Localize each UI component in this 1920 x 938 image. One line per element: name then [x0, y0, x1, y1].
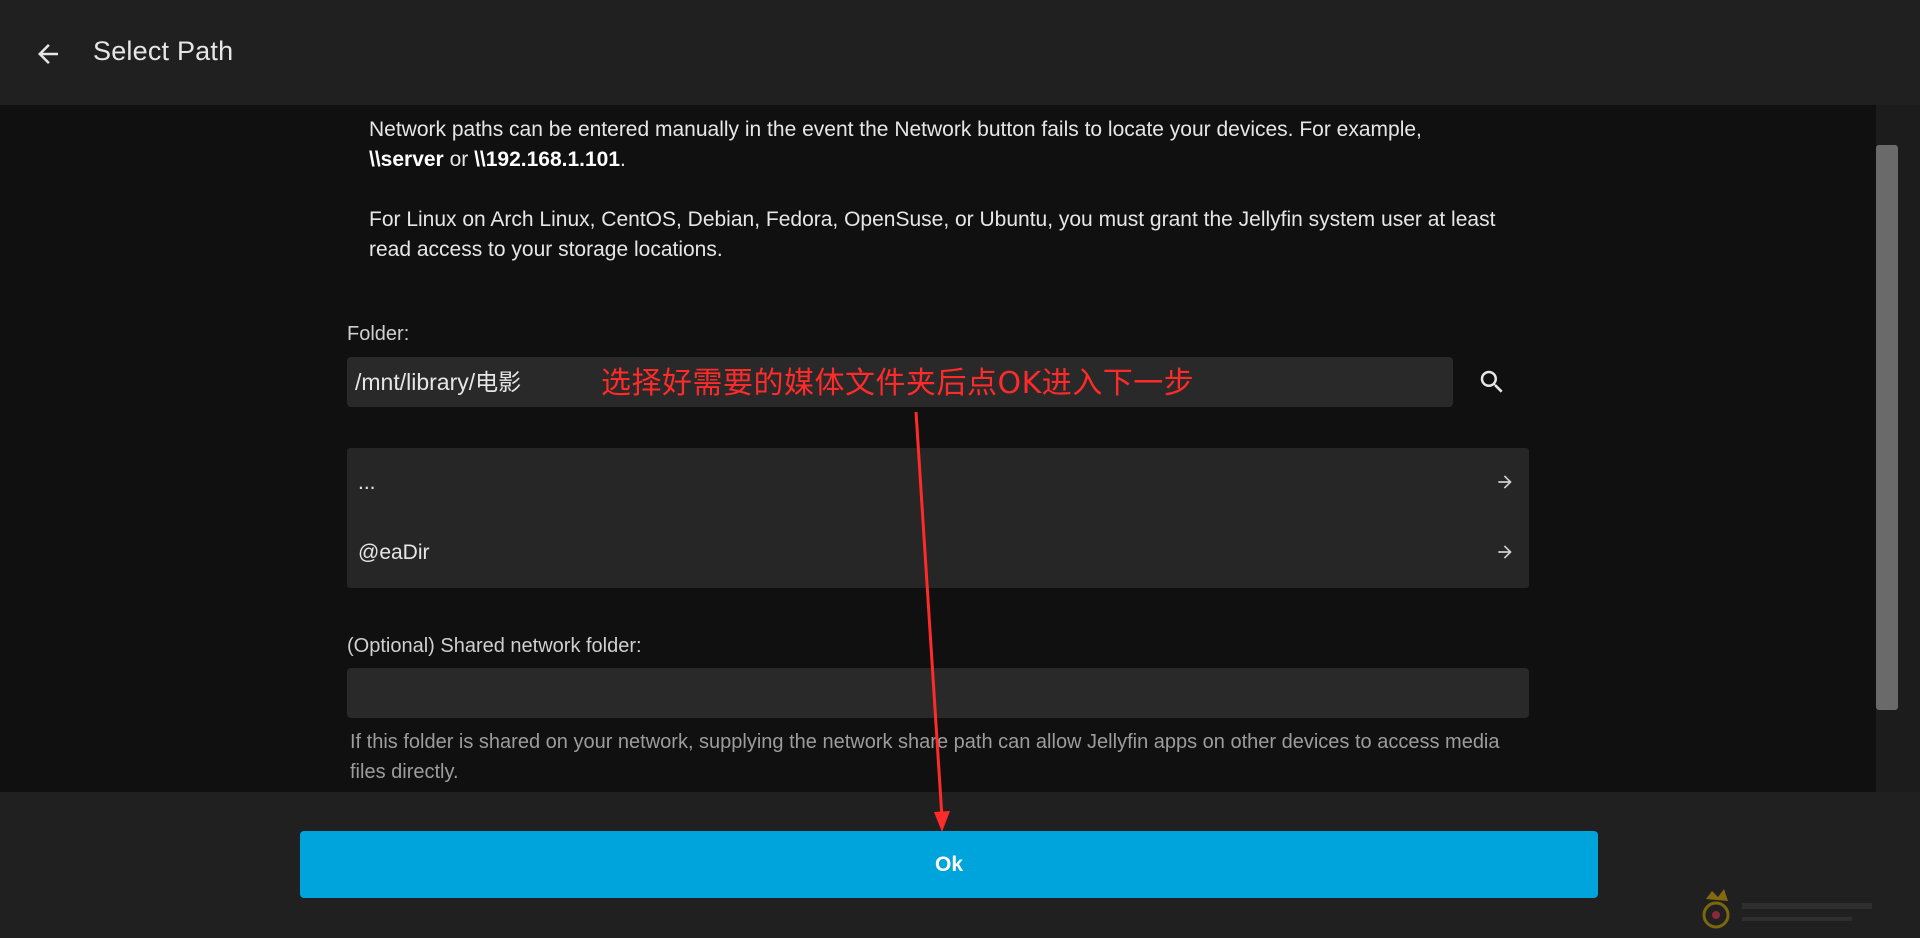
shared-folder-label: (Optional) Shared network folder:	[347, 635, 642, 657]
network-path-instructions: Network paths can be entered manually in…	[369, 115, 1499, 265]
directory-list: ... @eaDir	[347, 448, 1529, 588]
scrollbar-thumb[interactable]	[1876, 145, 1898, 710]
back-button[interactable]	[28, 34, 68, 74]
folder-label: Folder:	[347, 323, 410, 345]
instructions-network-paragraph: Network paths can be entered manually in…	[369, 115, 1499, 175]
instructions-or-text: or	[443, 148, 475, 171]
watermark-logo	[1702, 889, 1872, 929]
shared-folder-help: If this folder is shared on your network…	[350, 731, 1500, 783]
instructions-linux-paragraph: For Linux on Arch Linux, CentOS, Debian,…	[369, 208, 1496, 261]
instructions-period: .	[620, 148, 626, 171]
list-item[interactable]: @eaDir	[347, 518, 1529, 588]
annotation-text: 选择好需要的媒体文件夹后点OK进入下一步	[601, 366, 1195, 401]
example-ip-path: \\192.168.1.101	[474, 148, 621, 171]
instructions-text: Network paths can be entered manually in…	[369, 118, 1422, 141]
dialog-title: Select Path	[93, 36, 234, 66]
arrow-forward-icon	[1498, 545, 1512, 559]
dialog-header: Select Path	[0, 0, 1920, 105]
ok-button[interactable]: Ok	[300, 831, 1598, 898]
select-path-dialog: Select Path Network paths can be entered…	[0, 0, 1920, 938]
directory-name: @eaDir	[358, 541, 430, 564]
search-icon	[1480, 370, 1503, 393]
search-button[interactable]	[1470, 357, 1514, 407]
shared-folder-input[interactable]	[347, 668, 1529, 718]
dialog-content: Network paths can be entered manually in…	[0, 105, 1876, 792]
list-item[interactable]: ...	[347, 448, 1529, 518]
arrow-back-icon	[38, 44, 58, 64]
directory-name: ...	[358, 471, 376, 494]
arrow-forward-icon	[1498, 475, 1512, 489]
example-server-path: \\server	[369, 148, 444, 171]
